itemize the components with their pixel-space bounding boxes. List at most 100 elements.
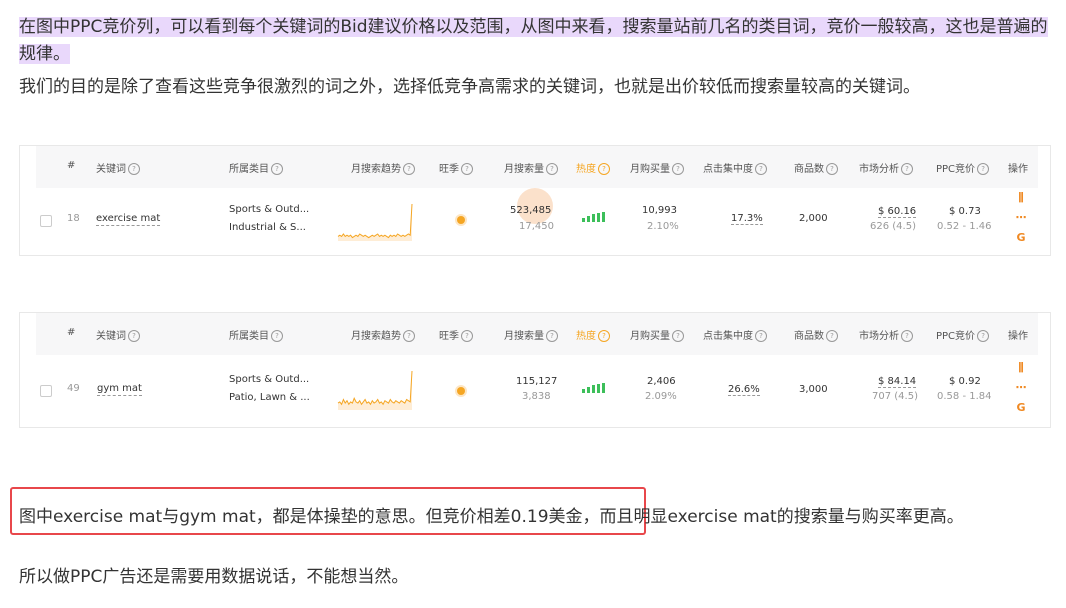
row-keyword[interactable]: gym mat xyxy=(97,383,142,396)
header-category[interactable]: 所属类目? xyxy=(229,327,283,342)
header-heat[interactable]: 热度? xyxy=(576,160,610,175)
more-icon[interactable]: ⋯ xyxy=(1014,208,1028,228)
help-icon[interactable]: ? xyxy=(672,163,684,175)
header-trend[interactable]: 月搜索趋势? xyxy=(351,327,415,342)
help-icon[interactable]: ? xyxy=(901,163,913,175)
trend-sparkline xyxy=(337,203,413,241)
header-keyword[interactable]: 关键词? xyxy=(96,160,140,175)
help-icon[interactable]: ? xyxy=(271,163,283,175)
table-header: # 关键词? 所属类目? 月搜索趋势? 旺季? 月搜索量? 热度? 月购买量? … xyxy=(36,313,1038,355)
help-icon[interactable]: ? xyxy=(755,330,767,342)
header-searches[interactable]: 月搜索量? xyxy=(504,160,558,175)
row-click-concentration[interactable]: 26.6% xyxy=(728,384,760,396)
header-wangshou[interactable]: 旺季? xyxy=(439,160,473,175)
heat-bars-icon xyxy=(582,212,605,222)
row-searches-sub: 3,838 xyxy=(522,391,551,402)
row-keyword[interactable]: exercise mat xyxy=(96,213,161,226)
more-icon[interactable]: ⋯ xyxy=(1014,378,1028,398)
header-index: # xyxy=(67,327,76,338)
keyword-table-gym-mat: # 关键词? 所属类目? 月搜索趋势? 旺季? 月搜索量? 热度? 月购买量? … xyxy=(19,312,1051,428)
header-purchases[interactable]: 月购买量? xyxy=(630,327,684,342)
paragraph-comparison: 图中exercise mat与gym mat，都是体操垫的意思。但竞价相差0.1… xyxy=(19,507,964,527)
row-purchases: 2,406 xyxy=(647,376,676,387)
header-ppc[interactable]: PPC竞价? xyxy=(936,327,990,342)
paragraph-conclusion: 所以做PPC广告还是需要用数据说话，不能想当然。 xyxy=(19,567,409,587)
table-row[interactable]: 18 exercise mat Sports & Outd... Industr… xyxy=(20,188,1050,256)
row-product-count: 2,000 xyxy=(799,213,828,224)
keyword-table-exercise-mat: # 关键词? 所属类目? 月搜索趋势? 旺季? 月搜索量? 热度? 月购买量? … xyxy=(19,145,1051,256)
help-icon[interactable]: ? xyxy=(901,330,913,342)
season-dot xyxy=(457,216,465,224)
row-category-2: Patio, Lawn & ... xyxy=(229,392,310,403)
help-icon[interactable]: ? xyxy=(977,330,990,342)
header-index: # xyxy=(67,160,76,171)
paragraph-ppc-intro: 在图中PPC竞价列，可以看到每个关键词的Bid建议价格以及范围，从图中来看，搜索… xyxy=(19,14,1049,68)
header-ppc[interactable]: PPC竞价? xyxy=(936,160,990,175)
row-ppc-bid: $ 0.92 xyxy=(949,376,981,387)
header-category[interactable]: 所属类目? xyxy=(229,160,283,175)
help-icon[interactable]: ? xyxy=(977,163,990,175)
row-index: 49 xyxy=(67,383,80,394)
header-heat[interactable]: 热度? xyxy=(576,327,610,342)
help-icon[interactable]: ? xyxy=(128,163,140,175)
row-ppc-bid: $ 0.73 xyxy=(949,206,981,217)
help-icon[interactable]: ? xyxy=(598,330,610,342)
header-market[interactable]: 市场分析? xyxy=(859,160,913,175)
row-searches-sub: 17,450 xyxy=(519,221,554,232)
help-icon[interactable]: ? xyxy=(461,163,473,175)
row-category-1: Sports & Outd... xyxy=(229,204,310,215)
help-icon[interactable]: ? xyxy=(403,330,415,342)
bar-chart-icon[interactable]: ⫼ xyxy=(1014,188,1028,208)
help-icon[interactable]: ? xyxy=(826,330,838,342)
header-keyword[interactable]: 关键词? xyxy=(96,327,140,342)
row-market-reviews: 707 (4.5) xyxy=(872,391,918,402)
header-product-count[interactable]: 商品数? xyxy=(794,160,838,175)
help-icon[interactable]: ? xyxy=(598,163,610,175)
help-icon[interactable]: ? xyxy=(128,330,140,342)
header-market[interactable]: 市场分析? xyxy=(859,327,913,342)
row-searches: 523,485 xyxy=(510,205,552,216)
header-trend[interactable]: 月搜索趋势? xyxy=(351,160,415,175)
help-icon[interactable]: ? xyxy=(461,330,473,342)
season-dot xyxy=(457,387,465,395)
row-purchase-rate: 2.09% xyxy=(645,391,677,402)
help-icon[interactable]: ? xyxy=(672,330,684,342)
row-market-price[interactable]: $ 84.14 xyxy=(878,376,917,388)
help-icon[interactable]: ? xyxy=(755,163,767,175)
row-product-count: 3,000 xyxy=(799,384,828,395)
row-market-price[interactable]: $ 60.16 xyxy=(878,206,917,218)
row-searches: 115,127 xyxy=(516,376,558,387)
bar-chart-icon[interactable]: ⫼ xyxy=(1014,358,1028,378)
row-category-1: Sports & Outd... xyxy=(229,374,310,385)
help-icon[interactable]: ? xyxy=(826,163,838,175)
row-category-2: Industrial & S... xyxy=(229,222,306,233)
header-actions: 操作 xyxy=(1008,331,1028,342)
row-checkbox[interactable] xyxy=(40,385,52,397)
header-click-concentration[interactable]: 点击集中度? xyxy=(703,327,767,342)
row-market-reviews: 626 (4.5) xyxy=(870,221,916,232)
trend-sparkline xyxy=(337,370,413,410)
header-product-count[interactable]: 商品数? xyxy=(794,327,838,342)
highlighted-text: 在图中PPC竞价列，可以看到每个关键词的Bid建议价格以及范围，从图中来看，搜索… xyxy=(19,17,1048,64)
header-purchases[interactable]: 月购买量? xyxy=(630,160,684,175)
header-searches[interactable]: 月搜索量? xyxy=(504,327,558,342)
table-header: # 关键词? 所属类目? 月搜索趋势? 旺季? 月搜索量? 热度? 月购买量? … xyxy=(36,146,1038,188)
google-icon[interactable]: G xyxy=(1014,398,1028,418)
row-click-concentration[interactable]: 17.3% xyxy=(731,213,763,225)
google-icon[interactable]: G xyxy=(1014,228,1028,248)
row-ppc-range: 0.52 - 1.46 xyxy=(937,221,992,232)
row-purchase-rate: 2.10% xyxy=(647,221,679,232)
trend-line xyxy=(337,370,413,406)
header-wangshou[interactable]: 旺季? xyxy=(439,327,473,342)
heat-bars-icon xyxy=(582,383,605,393)
help-icon[interactable]: ? xyxy=(403,163,415,175)
header-actions: 操作 xyxy=(1008,164,1028,175)
help-icon[interactable]: ? xyxy=(271,330,283,342)
table-row[interactable]: 49 gym mat Sports & Outd... Patio, Lawn … xyxy=(20,355,1050,427)
help-icon[interactable]: ? xyxy=(546,330,558,342)
row-checkbox[interactable] xyxy=(40,215,52,227)
help-icon[interactable]: ? xyxy=(546,163,558,175)
row-ppc-range: 0.58 - 1.84 xyxy=(937,391,992,402)
header-click-concentration[interactable]: 点击集中度? xyxy=(703,160,767,175)
row-actions: ⫼ ⋯ G xyxy=(1014,188,1028,248)
